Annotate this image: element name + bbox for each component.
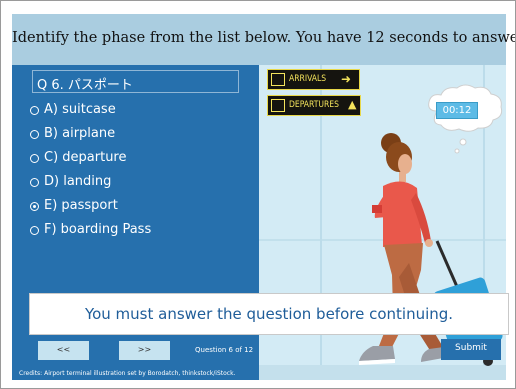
radio-button[interactable]: [30, 106, 39, 115]
previous-button-label: <<: [56, 345, 71, 354]
timer-display: 00:12: [436, 102, 478, 119]
thought-bubble-dot: [459, 138, 467, 146]
thought-bubble-dot: [454, 148, 460, 154]
question-box: Q 6. パスポート: [32, 70, 239, 93]
option-f[interactable]: F) boarding Pass: [30, 222, 190, 240]
submit-button[interactable]: Submit: [441, 339, 501, 360]
previous-button[interactable]: <<: [38, 341, 89, 360]
message-bar: You must answer the question before cont…: [29, 293, 509, 335]
timer-text: 00:12: [442, 105, 472, 116]
sign-checkbox-icon: [271, 73, 285, 86]
option-label: C) departure: [44, 150, 127, 165]
question-progress: Question 6 of 12: [195, 346, 254, 354]
message-text: You must answer the question before cont…: [84, 305, 454, 323]
option-label: D) landing: [44, 174, 112, 189]
quiz-frame: Identify the phase from the list below. …: [0, 0, 516, 389]
departures-sign-label: DEPARTURES: [289, 100, 339, 110]
question-prompt: Identify the phase from the list below. …: [12, 30, 516, 46]
option-c[interactable]: C) departure: [30, 150, 170, 168]
sign-checkbox-icon: [271, 99, 285, 112]
radio-button[interactable]: [30, 226, 39, 235]
submit-button-label: Submit: [455, 343, 487, 353]
option-d[interactable]: D) landing: [30, 174, 170, 192]
arrow-up-icon: ▲: [348, 98, 357, 111]
next-button-label: >>: [137, 345, 152, 354]
option-label: E) passport: [44, 198, 118, 213]
arrow-right-icon: ➜: [341, 72, 352, 86]
radio-button-selected[interactable]: [30, 202, 39, 211]
option-label: A) suitcase: [44, 102, 116, 117]
radio-button[interactable]: [30, 154, 39, 163]
option-label: F) boarding Pass: [44, 222, 152, 237]
option-label: B) airplane: [44, 126, 116, 141]
next-button[interactable]: >>: [119, 341, 170, 360]
question-title: Q 6. パスポート: [37, 78, 133, 93]
radio-button[interactable]: [30, 130, 39, 139]
arrivals-sign-label: ARRIVALS: [289, 74, 327, 84]
option-a[interactable]: A) suitcase: [30, 102, 170, 120]
option-b[interactable]: B) airplane: [30, 126, 170, 144]
arrivals-sign: ARRIVALS ➜: [267, 69, 360, 90]
floor: [259, 365, 506, 380]
option-e[interactable]: E) passport: [30, 198, 170, 216]
radio-button[interactable]: [30, 178, 39, 187]
header: Identify the phase from the list below. …: [12, 14, 516, 65]
departures-sign: DEPARTURES ▲: [267, 95, 361, 116]
image-credits: Credits: Airport terminal illustration s…: [19, 370, 236, 377]
